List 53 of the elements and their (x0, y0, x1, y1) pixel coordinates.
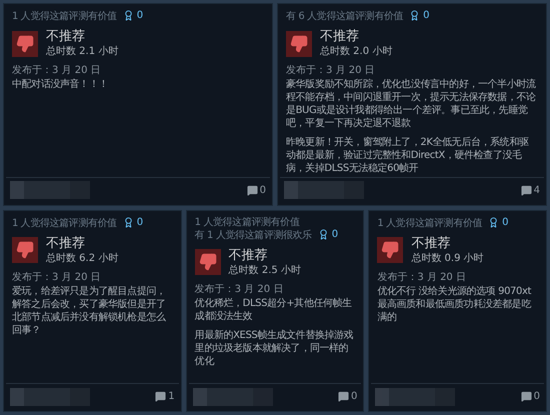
thumbs-down-icon (12, 237, 38, 263)
review-text: 优化不行 没给关光源的选项 9070xt最高画质和最低画质功耗没差都是吃满的 (377, 284, 532, 324)
playtime: 总时数 0.9 小时 (411, 252, 484, 264)
review-text: 用最新的XESS帧生成文件替换掉游戏里的垃圾老版本就解决了，同一样的优化 (194, 328, 354, 368)
verdict: 不推荐 (228, 248, 269, 264)
review-text: 中配对话没声音！！！ (12, 78, 110, 91)
verdict: 不推荐 (46, 29, 86, 45)
comment-count: 0 (534, 390, 540, 404)
review-text: 昨晚更新！开关，窗驾附上了，2K全低无后台，系统和驱动都是最新，验证过完整性和DirectX，硬件检查了没毛病，关掉DLSS无法稳定60帧开 (286, 136, 530, 175)
award-icon[interactable] (122, 10, 134, 21)
thumbs-down-icon (12, 30, 38, 56)
post-date: 发布于：3 月 20 日 (286, 64, 376, 78)
thumbs-down-icon (286, 30, 312, 56)
playtime: 总时数 2.1 小时 (46, 45, 118, 58)
award-icon[interactable] (488, 216, 500, 228)
comment-count: 4 (534, 184, 540, 198)
post-date: 发布于：3 月 20 日 (12, 270, 102, 284)
review-text: 爱玩，给差评只是为了醒目点提问，解答之后会改，买了豪华版但是开了北部节点减后并没有解锁机枪是怎么回事？ (12, 284, 167, 336)
comment-count: 0 (260, 184, 266, 198)
post-date: 发布于：3 月 20 日 (194, 282, 284, 296)
playtime: 总时数 6.2 小时 (46, 252, 118, 264)
comment-icon[interactable] (246, 184, 258, 196)
award-count: 0 (332, 228, 338, 242)
award-count: 0 (136, 9, 144, 23)
playtime: 总时数 2.5 小时 (228, 264, 301, 276)
comment-icon[interactable] (520, 391, 532, 402)
award-icon[interactable] (122, 216, 134, 228)
review-text: 豪华版奖励不知所踪，优化也没传言中的好，一个半小时流程不能存档，中间闪退重开一次，提示无法保存数据，不论是BUG或是设计我都得给出一个差评。事已至此，先睡觉吧，平复一下再决定退不退款 (286, 78, 537, 130)
helpful-count: 1 人觉得这篇评测有价值 (12, 10, 117, 23)
helpful-count: 1 人觉得这篇评测有价值 (377, 216, 482, 230)
playtime: 总时数 2.0 小时 (320, 45, 392, 58)
helpful-count: 有 6 人觉得这篇评测有价值 (286, 10, 404, 23)
helpful-count: 1 人觉得这篇评测有价值 (194, 216, 301, 228)
post-date: 发布于：3 月 20 日 (377, 270, 467, 284)
comment-count: 1 (168, 390, 175, 404)
verdict: 不推荐 (411, 236, 452, 252)
review-text: 优化稀烂，DLSS超分+其他任何帧生成都没法生效 (194, 296, 353, 322)
award-icon[interactable] (409, 10, 420, 21)
comment-count: 0 (350, 390, 358, 404)
helpful-count: 1 人觉得这篇评测有价值 (12, 216, 117, 230)
award-count: 0 (502, 216, 508, 230)
verdict: 不推荐 (46, 236, 86, 252)
post-date: 发布于：3 月 20 日 (12, 64, 102, 78)
comment-icon[interactable] (155, 391, 166, 402)
award-count: 0 (136, 216, 144, 230)
award-icon[interactable] (318, 228, 329, 240)
helpful-count: 有 1 人觉得这篇评测很欢乐 (194, 228, 312, 242)
comment-icon[interactable] (338, 391, 349, 402)
award-count: 0 (423, 9, 430, 23)
thumbs-down-icon (377, 237, 404, 263)
verdict: 不推荐 (320, 29, 360, 45)
comment-icon[interactable] (520, 184, 532, 196)
thumbs-down-icon (194, 249, 221, 275)
